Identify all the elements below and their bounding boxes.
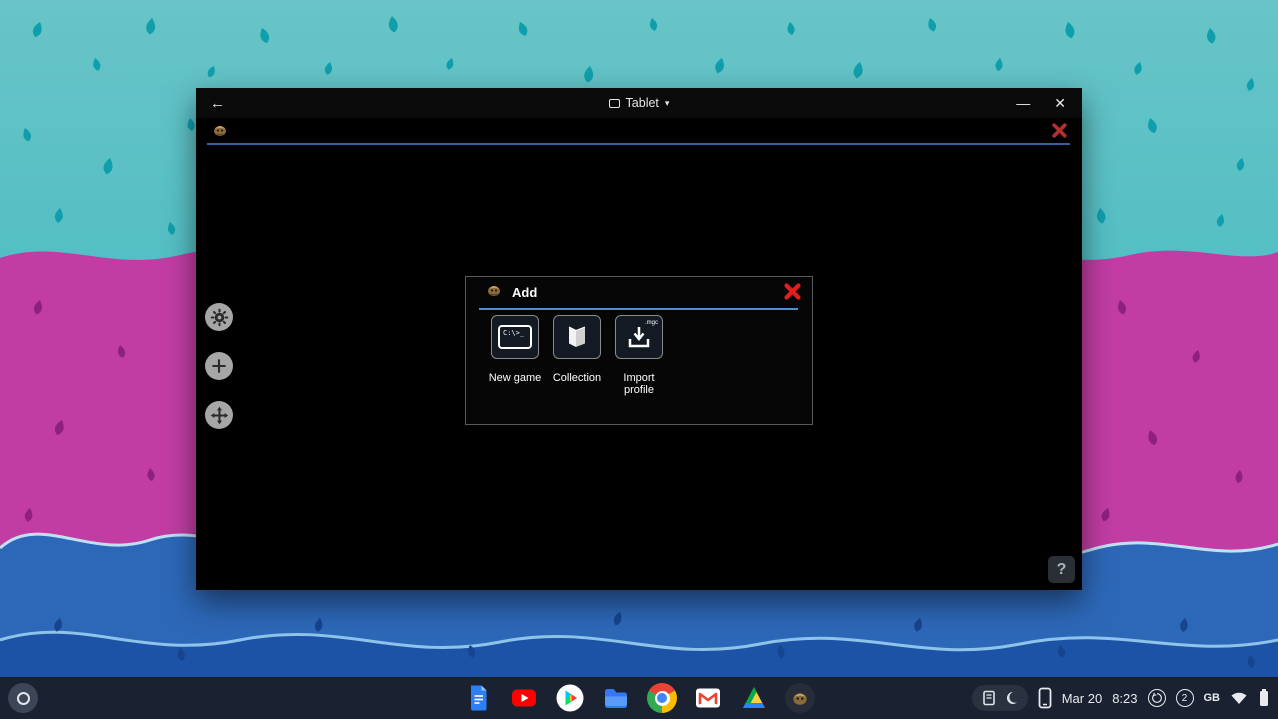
- launcher-icon: [17, 692, 30, 705]
- status-date[interactable]: Mar 20: [1062, 691, 1102, 706]
- status-area: Mar 20 8:23 2 GB: [972, 677, 1270, 719]
- app-logo-icon: [212, 122, 228, 143]
- move-button[interactable]: [205, 401, 233, 429]
- window-close-button[interactable]: ✕: [1054, 95, 1066, 112]
- chevron-down-icon: ▾: [665, 98, 670, 109]
- youtube-icon: [509, 683, 539, 713]
- shelf-app-magic-dosbox[interactable]: [785, 683, 815, 713]
- collection-book-icon: [564, 324, 590, 350]
- new-game-label: New game: [489, 372, 542, 384]
- import-download-icon: [625, 324, 653, 350]
- shelf-apps: [463, 683, 815, 713]
- app-surface: Add C:\>_ New game: [196, 118, 1082, 590]
- add-button[interactable]: [205, 352, 233, 380]
- shelf: Mar 20 8:23 2 GB: [0, 677, 1278, 719]
- device-mode-toggle[interactable]: Tablet ▾: [609, 96, 670, 110]
- collection-label: Collection: [553, 372, 601, 384]
- launcher-button[interactable]: [8, 683, 38, 713]
- shelf-app-google-drive[interactable]: [739, 683, 769, 713]
- status-time[interactable]: 8:23: [1112, 691, 1137, 706]
- settings-button[interactable]: [205, 303, 233, 331]
- app-window: ← Tablet ▾ — ✕: [196, 88, 1082, 590]
- new-game-option: C:\>_ New game: [491, 315, 539, 396]
- files-folder-icon: [601, 683, 631, 713]
- add-dialog: Add C:\>_ New game: [465, 276, 813, 425]
- new-game-tile[interactable]: C:\>_: [491, 315, 539, 359]
- app-topbar: [196, 118, 1082, 145]
- dialog-items: C:\>_ New game Collection: [491, 315, 663, 396]
- tablet-icon: [609, 99, 620, 108]
- google-play-icon: [555, 683, 585, 713]
- shelf-app-chrome[interactable]: [647, 683, 677, 713]
- minimize-button[interactable]: —: [1016, 95, 1030, 111]
- import-profile-label: Import profile: [613, 372, 665, 396]
- shelf-app-files[interactable]: [601, 683, 631, 713]
- mgc-badge: .mgc: [645, 320, 658, 326]
- gear-icon: [210, 308, 229, 327]
- shelf-app-google-docs[interactable]: [463, 683, 493, 713]
- dialog-logo-icon: [486, 282, 502, 303]
- chromeos-desktop: { "window": { "titlebar": { "back_glyph"…: [0, 0, 1278, 719]
- notification-count-badge[interactable]: 2: [1176, 689, 1194, 707]
- shelf-app-google-play[interactable]: [555, 683, 585, 713]
- collection-option: Collection: [553, 315, 601, 396]
- rotation-lock-icon[interactable]: [1148, 689, 1166, 707]
- plus-icon: [210, 357, 228, 375]
- import-profile-tile[interactable]: .mgc: [615, 315, 663, 359]
- app-header-underline: [207, 143, 1070, 145]
- connected-phone-icon[interactable]: [1038, 687, 1052, 709]
- keyboard-layout-indicator[interactable]: GB: [1204, 692, 1221, 704]
- window-controls: — ✕: [1016, 95, 1066, 112]
- wifi-icon[interactable]: [1230, 690, 1248, 706]
- gmail-icon: [693, 683, 723, 713]
- google-drive-icon: [739, 683, 769, 713]
- dialog-close-icon[interactable]: [783, 282, 802, 306]
- shelf-app-youtube[interactable]: [509, 683, 539, 713]
- chrome-icon: [647, 683, 677, 713]
- document-icon: [982, 690, 996, 706]
- add-dialog-header: Add: [466, 277, 812, 307]
- help-button[interactable]: ?: [1048, 556, 1075, 583]
- do-not-disturb-moon-icon: [1004, 691, 1018, 705]
- terminal-icon: C:\>_: [498, 325, 532, 349]
- collection-tile[interactable]: [553, 315, 601, 359]
- notification-pill[interactable]: [972, 685, 1028, 711]
- device-mode-label: Tablet: [626, 96, 659, 110]
- side-toolbar: [205, 303, 233, 429]
- back-icon[interactable]: ←: [210, 95, 225, 112]
- dialog-title: Add: [512, 285, 537, 300]
- shelf-app-gmail[interactable]: [693, 683, 723, 713]
- move-arrows-icon: [210, 406, 229, 425]
- app-close-icon[interactable]: [1051, 122, 1068, 144]
- import-profile-option: .mgc Import profile: [615, 315, 663, 396]
- window-titlebar: ← Tablet ▾ — ✕: [196, 88, 1082, 118]
- google-docs-icon: [463, 683, 493, 713]
- magic-dosbox-icon: [785, 683, 815, 713]
- battery-icon[interactable]: [1258, 688, 1270, 708]
- dialog-header-underline: [479, 308, 798, 310]
